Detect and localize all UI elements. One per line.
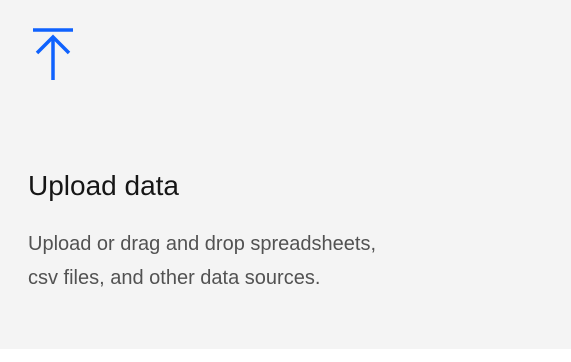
upload-icon <box>30 26 78 82</box>
tile-title: Upload data <box>28 170 180 201</box>
tile-description: Upload or drag and drop spreadsheets, cs… <box>28 233 377 289</box>
upload-data-tile[interactable]: Upload data Upload or drag and drop spre… <box>0 0 571 349</box>
